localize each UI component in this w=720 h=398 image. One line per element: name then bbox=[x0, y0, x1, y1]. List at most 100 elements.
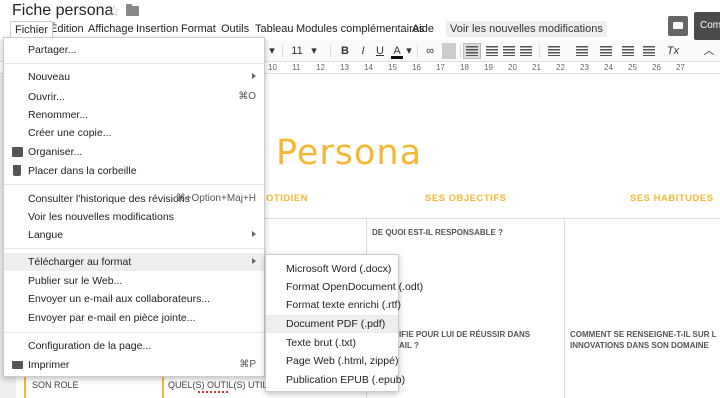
menu-item-imprimer[interactable]: Imprimer ⌘P bbox=[4, 356, 264, 374]
table-border bbox=[564, 218, 565, 398]
italic-button[interactable]: I bbox=[357, 43, 369, 59]
submenu-item-label: Document PDF (.pdf) bbox=[286, 318, 386, 330]
menu-item-email-collaborateurs[interactable]: Envoyer un e-mail aux collaborateurs... bbox=[4, 290, 264, 308]
text-color-arrow[interactable]: ▾ bbox=[405, 43, 413, 59]
ruler-number: 26 bbox=[652, 63, 661, 72]
menu-format[interactable]: Format bbox=[177, 21, 220, 37]
font-size-select[interactable]: 11 bbox=[290, 43, 304, 59]
align-center-icon[interactable] bbox=[486, 46, 498, 56]
ruler-number: 18 bbox=[460, 63, 469, 72]
ruler-number: 22 bbox=[556, 63, 565, 72]
ruler-number: 14 bbox=[364, 63, 373, 72]
menu-item-label: Créer une copie... bbox=[28, 127, 112, 139]
menu-item-label: Nouveau bbox=[28, 71, 71, 83]
line-spacing-icon[interactable] bbox=[548, 46, 560, 56]
menu-item-label: Consulter l'historique des révisions bbox=[28, 193, 190, 205]
menu-item-label: Publier sur le Web... bbox=[28, 275, 123, 287]
submenu-item-label: Format texte enrichi (.rtf) bbox=[286, 299, 401, 311]
menu-item-configuration[interactable]: Configuration de la page... bbox=[4, 337, 264, 355]
menu-insertion[interactable]: Insertion bbox=[132, 21, 182, 37]
ruler-number: 15 bbox=[388, 63, 397, 72]
bold-button[interactable]: B bbox=[339, 43, 351, 59]
menu-item-copie[interactable]: Créer une copie... bbox=[4, 124, 264, 142]
submenu-item-label: Texte brut (.txt) bbox=[286, 337, 357, 349]
submenu-arrow-icon bbox=[252, 231, 256, 237]
submenu-item-label: Page Web (.html, zippé) bbox=[286, 355, 399, 367]
print-icon bbox=[12, 361, 23, 369]
trash-icon bbox=[13, 165, 21, 176]
menu-item-label: Envoyer par e-mail en pièce jointe... bbox=[28, 312, 196, 324]
menu-item-nouveau[interactable]: Nouveau bbox=[4, 68, 264, 86]
text-color-button[interactable]: A bbox=[391, 43, 403, 59]
spellcheck-underline bbox=[198, 391, 230, 393]
menu-affichage[interactable]: Affichage bbox=[84, 21, 138, 37]
toolbar-separator bbox=[460, 44, 461, 58]
menu-item-label: Langue bbox=[28, 229, 64, 241]
menu-item-corbeille[interactable]: Placer dans la corbeille bbox=[4, 162, 264, 180]
menu-fichier[interactable]: Fichier bbox=[10, 21, 54, 37]
align-left-button[interactable] bbox=[463, 43, 481, 59]
collapse-icon[interactable]: ︿ bbox=[702, 43, 716, 59]
menu-aide[interactable]: Aide bbox=[408, 21, 438, 37]
font-dropdown-arrow[interactable]: ▾ bbox=[268, 43, 276, 59]
star-icon[interactable]: ☆ bbox=[107, 2, 120, 20]
document-title[interactable]: Fiche persona bbox=[12, 2, 113, 20]
ruler-number: 25 bbox=[628, 63, 637, 72]
menu-item-historique[interactable]: Consulter l'historique des révisions ⌘+O… bbox=[4, 190, 264, 208]
link-icon[interactable]: ∞ bbox=[423, 43, 437, 59]
menu-item-label: Envoyer un e-mail aux collaborateurs... bbox=[28, 293, 211, 305]
menu-separator bbox=[4, 248, 264, 249]
column-header-objectifs: SES OBJECTIFS bbox=[425, 193, 507, 204]
submenu-item-epub[interactable]: Publication EPUB (.epub) bbox=[266, 371, 405, 389]
menu-item-email-piece-jointe[interactable]: Envoyer par e-mail en pièce jointe... bbox=[4, 309, 264, 327]
table-border bbox=[265, 218, 720, 219]
menu-item-telecharger[interactable]: Télécharger au format bbox=[4, 253, 264, 271]
menu-item-label: Placer dans la corbeille bbox=[28, 165, 137, 177]
align-justify-icon[interactable] bbox=[520, 46, 532, 56]
menu-item-modifications[interactable]: Voir les nouvelles modifications bbox=[4, 208, 264, 226]
comment-insert-icon[interactable] bbox=[442, 43, 456, 59]
menu-item-organiser[interactable]: Organiser... bbox=[4, 143, 264, 161]
submenu-item-rtf[interactable]: Format texte enrichi (.rtf) bbox=[266, 296, 401, 314]
numbered-list-icon[interactable] bbox=[576, 46, 588, 56]
menu-item-ouvrir[interactable]: Ouvrir... ⌘O bbox=[4, 88, 264, 106]
submenu-item-pdf[interactable]: Document PDF (.pdf) bbox=[266, 315, 398, 333]
ruler-number: 17 bbox=[436, 63, 445, 72]
ruler-number: 20 bbox=[508, 63, 517, 72]
increase-indent-icon[interactable] bbox=[643, 46, 655, 56]
menu-item-renommer[interactable]: Renommer... bbox=[4, 106, 264, 124]
ruler-number: 24 bbox=[604, 63, 613, 72]
last-edit-link[interactable]: Voir les nouvelles modifications bbox=[446, 21, 607, 37]
cell-responsable: DE QUOI EST-IL RESPONSABLE ? bbox=[372, 228, 503, 237]
submenu-item-docx[interactable]: Microsoft Word (.docx) bbox=[266, 260, 398, 278]
menu-tableau[interactable]: Tableau bbox=[251, 21, 298, 37]
submenu-item-label: Microsoft Word (.docx) bbox=[286, 263, 392, 275]
menu-item-partager[interactable]: Partager... bbox=[4, 41, 264, 59]
toolbar-separator bbox=[417, 44, 418, 58]
underline-button[interactable]: U bbox=[374, 43, 386, 59]
cell-reussir-line2: AIL ? bbox=[399, 341, 419, 350]
cell-renseigne-line1: COMMENT SE RENSEIGNE-T-IL SUR L bbox=[570, 330, 717, 339]
folder-icon[interactable] bbox=[126, 4, 139, 16]
menu-outils[interactable]: Outils bbox=[217, 21, 253, 37]
ruler-number: 13 bbox=[340, 63, 349, 72]
clear-formatting-icon[interactable]: Tx bbox=[666, 43, 680, 59]
menu-item-label: Télécharger au format bbox=[28, 256, 132, 268]
submenu-item-html[interactable]: Page Web (.html, zippé) bbox=[266, 352, 398, 370]
decrease-indent-icon[interactable] bbox=[622, 46, 634, 56]
section-outils: QUEL(S) OUTIL(S) UTILIS bbox=[168, 380, 277, 390]
font-size-arrow[interactable]: ▾ bbox=[310, 43, 318, 59]
document-heading: Persona bbox=[276, 133, 423, 173]
submenu-item-odt[interactable]: Format OpenDocument (.odt) bbox=[266, 278, 423, 296]
cell-renseigne-line2: INNOVATIONS DANS SON DOMAINE bbox=[570, 341, 709, 350]
menu-item-label: Organiser... bbox=[28, 146, 83, 158]
menu-item-publier[interactable]: Publier sur le Web... bbox=[4, 272, 264, 290]
submenu-item-txt[interactable]: Texte brut (.txt) bbox=[266, 334, 398, 352]
submenu-arrow-icon bbox=[252, 73, 256, 79]
align-right-icon[interactable] bbox=[503, 46, 515, 56]
menu-shortcut: ⌘+Option+Maj+H bbox=[175, 193, 256, 204]
menu-item-langue[interactable]: Langue bbox=[4, 226, 264, 244]
section-accent-bar bbox=[162, 376, 164, 398]
column-header-quotidien: OTIDIEN bbox=[266, 193, 309, 204]
bulleted-list-icon[interactable] bbox=[600, 46, 612, 56]
